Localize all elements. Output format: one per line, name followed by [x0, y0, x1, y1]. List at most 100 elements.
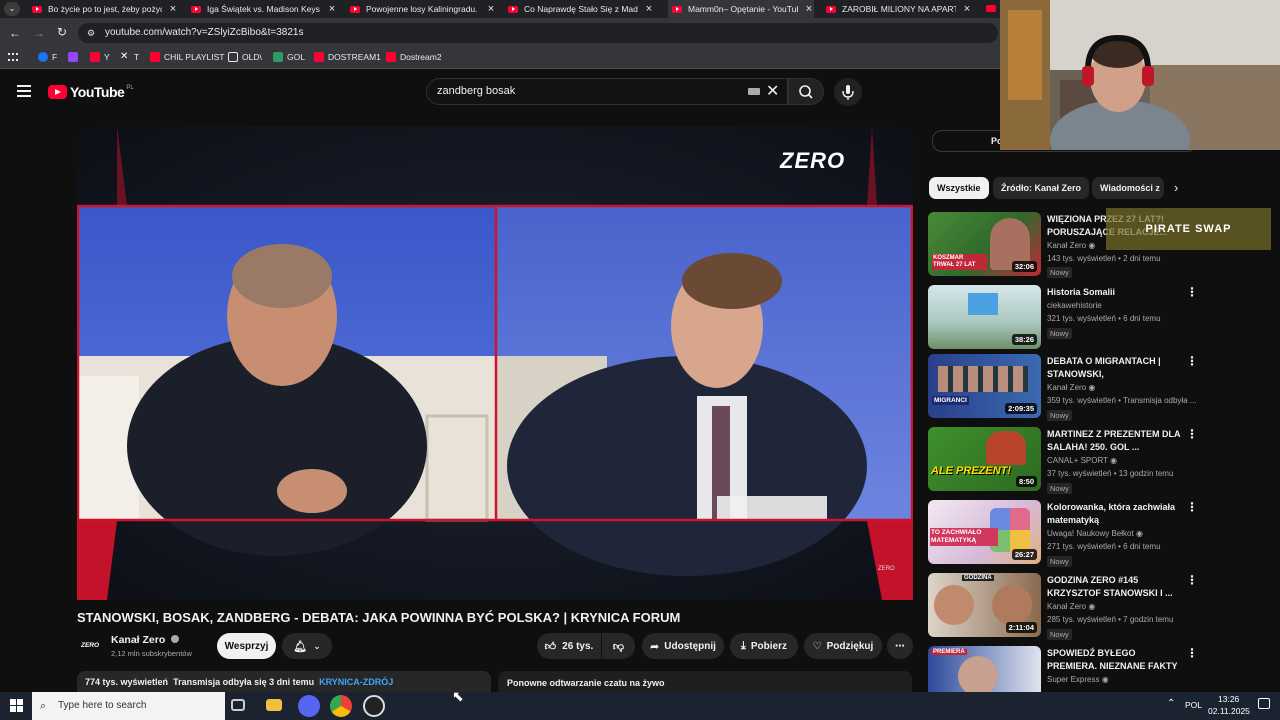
close-tab-icon[interactable]: × — [327, 3, 337, 15]
close-tab-icon[interactable]: × — [644, 3, 654, 15]
close-tab-icon[interactable]: × — [168, 3, 178, 15]
task-view-icon[interactable] — [231, 699, 245, 711]
chrome-icon[interactable] — [330, 695, 352, 717]
more-vertical-icon[interactable]: ⋮ — [1186, 646, 1198, 660]
video-thumbnail[interactable]: MIGRANCI 2:09:35 — [928, 354, 1041, 418]
more-vertical-icon[interactable]: ⋮ — [1186, 500, 1198, 514]
discord-icon[interactable] — [298, 695, 320, 717]
video-thumbnail[interactable]: ALE PREZENT! 8:50 — [928, 427, 1041, 491]
video-player[interactable]: ZERO ZERO — [77, 126, 913, 600]
recommendation-item[interactable]: TO ZACHWIAŁO MATEMATYKĄ 26:27 Kolorowank… — [928, 500, 1198, 567]
tab-search-icon[interactable]: ⌄ — [4, 2, 20, 16]
browser-tab[interactable]: ZAROBIŁ MILIONY NA APARTA × — [826, 0, 972, 18]
more-actions-button[interactable]: ⋯ — [887, 633, 913, 659]
tab-title: Powojenne losy Kaliningradu. P — [366, 4, 480, 14]
channel-text: CANAL+ SPORT — [1047, 456, 1108, 465]
browser-tab[interactable]: Bo życie po to jest, żeby pożyć × — [32, 0, 178, 18]
like-button[interactable]: 👍︎ 26 tys. — [537, 633, 601, 659]
chip-source-kanal-zero[interactable]: Źródło: Kanał Zero — [993, 177, 1090, 199]
close-tab-icon[interactable]: × — [962, 3, 972, 15]
chip-label: Wiadomości z — [1100, 183, 1160, 193]
bookmark-x[interactable]: ✕ T — [120, 52, 139, 63]
more-vertical-icon[interactable]: ⋮ — [1186, 427, 1198, 441]
more-vertical-icon[interactable]: ⋮ — [1186, 354, 1198, 368]
windows-start-icon[interactable] — [10, 699, 23, 712]
download-button[interactable]: ⤓ Pobierz — [730, 633, 798, 659]
recommendation-item[interactable]: ALE PREZENT! 8:50 MARTINEZ Z PREZENTEM D… — [928, 427, 1198, 494]
back-icon[interactable]: ← — [9, 26, 21, 40]
browser-tab[interactable]: Co Naprawdę Stało Się z Made × — [508, 0, 654, 18]
thanks-button[interactable]: ♡ Podziękuj — [804, 633, 882, 659]
tray-chevron-up-icon[interactable]: ⌃ — [1167, 698, 1175, 709]
taskbar-search-input[interactable]: ⌕ Type here to search — [32, 692, 225, 720]
reload-icon[interactable]: ↻ — [57, 25, 67, 39]
chip-all[interactable]: Wszystkie — [929, 177, 989, 199]
bookmark-folder-old[interactable]: OLD\ — [228, 52, 262, 62]
bookmark-twitch[interactable] — [68, 52, 82, 62]
recommendation-item[interactable]: GODZINA 2:11:04 GODZINA ZERO #145 KRZYSZ… — [928, 573, 1198, 640]
channel-name[interactable]: Kanał Zero — [111, 634, 180, 646]
recommendation-channel: Kanał Zero ◉ — [1047, 602, 1095, 611]
browser-tab[interactable]: Mamm0n– Opętanie - YouTube × — [668, 0, 814, 18]
clock-date[interactable]: 02.11.2025 — [1208, 706, 1250, 716]
clear-search-icon[interactable]: ✕ — [766, 81, 779, 101]
youtube-favicon-icon[interactable] — [986, 5, 996, 12]
bookmark-chil-playlist[interactable]: CHIL PLAYLIST — [150, 52, 224, 62]
more-vertical-icon[interactable]: ⋮ — [1186, 573, 1198, 587]
recommendation-item[interactable]: MIGRANCI 2:09:35 DEBATA O MIGRANTACH | S… — [928, 354, 1198, 421]
bookmark-dostream1[interactable]: DOSTREAM1 — [314, 52, 381, 62]
hashtag-link[interactable]: KRYNICA-ZDRÓJ — [319, 677, 393, 687]
search-input[interactable]: zandberg bosak — [426, 78, 788, 105]
more-vertical-icon[interactable]: ⋮ — [1186, 285, 1198, 299]
bookmark-youtube[interactable]: Y — [90, 52, 110, 62]
notifications-button[interactable]: 🔔︎ ⌄ — [282, 633, 332, 659]
search-button[interactable] — [788, 78, 824, 105]
video-thumbnail[interactable]: GODZINA 2:11:04 — [928, 573, 1041, 637]
keyboard-icon[interactable] — [748, 88, 760, 95]
channel-name-text: Kanał Zero — [111, 634, 166, 646]
apps-grid-icon[interactable] — [8, 53, 18, 63]
notification-icon[interactable] — [1258, 698, 1270, 709]
verified-icon: ◉ — [1101, 675, 1109, 684]
support-button[interactable]: Wesprzyj — [217, 633, 276, 659]
recommendation-title: Historia Somalii — [1047, 287, 1116, 297]
description-box[interactable]: 774 tys. wyświetleń Transmisja odbyła si… — [77, 671, 491, 693]
youtube-favicon-icon — [350, 5, 360, 13]
voice-search-button[interactable] — [834, 78, 862, 106]
twitch-icon — [68, 52, 78, 62]
bookmark-facebook[interactable]: F — [38, 52, 57, 62]
recommendation-item[interactable]: PREMIERA SPOWIEDŹ BYŁEGO PREMIERA. NIEZN… — [928, 646, 1198, 692]
search-icon: ⌕ — [40, 700, 47, 712]
youtube-logo[interactable]: YouTube PL — [48, 84, 134, 100]
language-indicator[interactable]: POL — [1185, 700, 1202, 710]
avatar-text: ZERO — [80, 642, 100, 649]
video-thumbnail[interactable]: TO ZACHWIAŁO MATEMATYKĄ 26:27 — [928, 500, 1041, 564]
video-thumbnail[interactable]: KOSZMAR TRWAŁ 27 LAT 32:06 — [928, 212, 1041, 276]
zero-small-watermark: ZERO — [878, 566, 895, 572]
site-info-icon[interactable]: ⚙ — [87, 23, 95, 43]
close-tab-icon[interactable]: × — [486, 3, 496, 15]
channel-avatar[interactable]: ZERO — [77, 636, 103, 656]
video-thumbnail[interactable]: PREMIERA — [928, 646, 1041, 692]
menu-hamburger-icon[interactable] — [17, 85, 31, 97]
browser-tab[interactable]: Iga Świątek vs. Madison Keys | × — [191, 0, 337, 18]
chip-news[interactable]: Wiadomości z — [1092, 177, 1164, 199]
browser-tab[interactable]: Powojenne losy Kaliningradu. P × — [350, 0, 496, 18]
dislike-button[interactable]: 👎︎ — [602, 633, 635, 659]
duration-badge: 32:06 — [1011, 261, 1037, 272]
bookmark-dostream2[interactable]: Dostream2 — [386, 52, 442, 62]
forward-icon[interactable]: → — [33, 26, 45, 40]
file-explorer-icon[interactable] — [266, 699, 282, 711]
clock-time[interactable]: 13:26 — [1218, 694, 1239, 704]
chat-replay-header[interactable]: Ponowne odtwarzanie czatu na żywo — [498, 671, 912, 693]
address-bar[interactable]: ⚙ youtube.com/watch?v=ZSlyiZcBibo&t=3821… — [78, 23, 998, 43]
recommendation-title: MARTINEZ Z PREZENTEM DLA SALAHA! 250. GO… — [1047, 429, 1181, 452]
video-thumbnail[interactable]: 38:26 — [928, 285, 1041, 349]
bookmark-gol[interactable]: GOL — [273, 52, 305, 62]
recommendation-channel: ciekawehistorie — [1047, 301, 1102, 310]
share-button[interactable]: ➦ Udostępnij — [642, 633, 724, 659]
close-tab-icon[interactable]: × — [804, 3, 814, 15]
chips-next-icon[interactable]: › — [1174, 180, 1178, 195]
recommendation-item[interactable]: 38:26 Historia Somalii ciekawehistorie 3… — [928, 285, 1198, 351]
obs-icon[interactable] — [363, 695, 385, 717]
